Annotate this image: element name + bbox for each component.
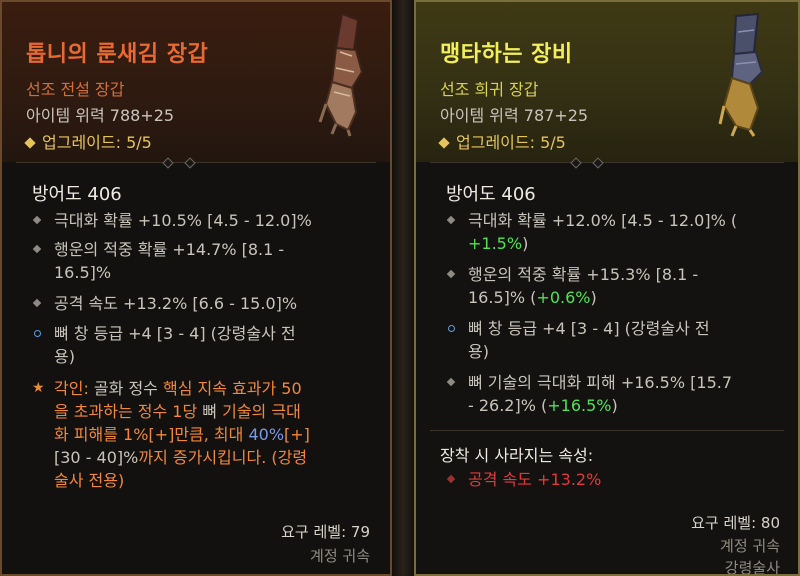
right-item-tooltip: 맹타하는 장비 선조 희귀 장갑 아이템 위력 787+25 업그레이드: 5/… [414, 0, 800, 576]
affix-bone-crit-damage: 뼈 기술의 극대화 피해 +16.5% [15.7 - 26.2]% (+16.… [446, 371, 732, 417]
aspect-star-icon: ★ [32, 380, 45, 396]
lost-attributes-title: 장착 시 사라지는 속성: [440, 446, 594, 465]
required-level: 요구 레벨: 79 [281, 523, 370, 541]
affix-attack-speed: 공격 속도 +13.2% [6.6 - 15.0]% [32, 292, 297, 315]
item-name: 톱니의 룬새김 장갑 [26, 42, 209, 67]
left-item-tooltip: 톱니의 룬새김 장갑 선조 전설 장갑 아이템 위력 788+25 업그레이드:… [0, 0, 392, 576]
affix-lucky-hit: 행운의 적중 확률 +14.7% [8.1 - 16.5]% [32, 238, 284, 284]
account-bound: 계정 귀속 [310, 547, 370, 565]
item-power: 아이템 위력 787+25 [440, 106, 589, 125]
upgrade-label: 업그레이드: 5/5 [456, 133, 566, 152]
required-level: 요구 레벨: 80 [691, 514, 780, 532]
affix-bone-spear-rank: 뼈 창 등급 +4 [3 - 4] (강령술사 전 용) [448, 317, 710, 363]
tooltip-divider [392, 0, 414, 576]
separator-ornament-icon [158, 157, 204, 167]
class-requirement: 강령술사 [724, 559, 780, 576]
account-bound: 계정 귀속 [720, 537, 780, 555]
diamond-icon [24, 137, 36, 149]
gauntlet-icon [318, 12, 364, 137]
diamond-icon [438, 137, 450, 149]
upgrade-status: 업그레이드: 5/5 [438, 129, 566, 153]
item-type: 선조 전설 장갑 [26, 80, 125, 99]
skill-rank-icon [448, 325, 455, 332]
armor-value: 방어도 406 [446, 184, 536, 205]
upgrade-status: 업그레이드: 5/5 [24, 129, 152, 153]
affix-crit-chance: 극대화 확률 +10.5% [4.5 - 12.0]% [32, 209, 312, 232]
item-type: 선조 희귀 장갑 [440, 80, 539, 99]
gauntlet-icon [718, 12, 764, 137]
separator-ornament-icon [566, 157, 612, 167]
lost-affix-attack-speed: 공격 속도 +13.2% [446, 468, 601, 491]
item-name: 맹타하는 장비 [440, 42, 573, 67]
upgrade-label: 업그레이드: 5/5 [42, 133, 152, 152]
legendary-aspect: ★ 각인: 골화 정수 핵심 지속 효과가 50 을 초과하는 정수 1당 뼈 … [32, 379, 310, 490]
lost-attr-separator [430, 430, 784, 431]
armor-value: 방어도 406 [32, 184, 122, 205]
skill-rank-icon [34, 330, 41, 337]
affix-lucky-hit: 행운의 적중 확률 +15.3% [8.1 - 16.5]% (+0.6%) [446, 263, 698, 309]
affix-crit-chance: 극대화 확률 +12.0% [4.5 - 12.0]% ( +1.5%) [446, 209, 737, 255]
affix-bone-spear-rank: 뼈 창 등급 +4 [3 - 4] (강령술사 전 용) [34, 322, 296, 368]
item-power: 아이템 위력 788+25 [26, 106, 175, 125]
